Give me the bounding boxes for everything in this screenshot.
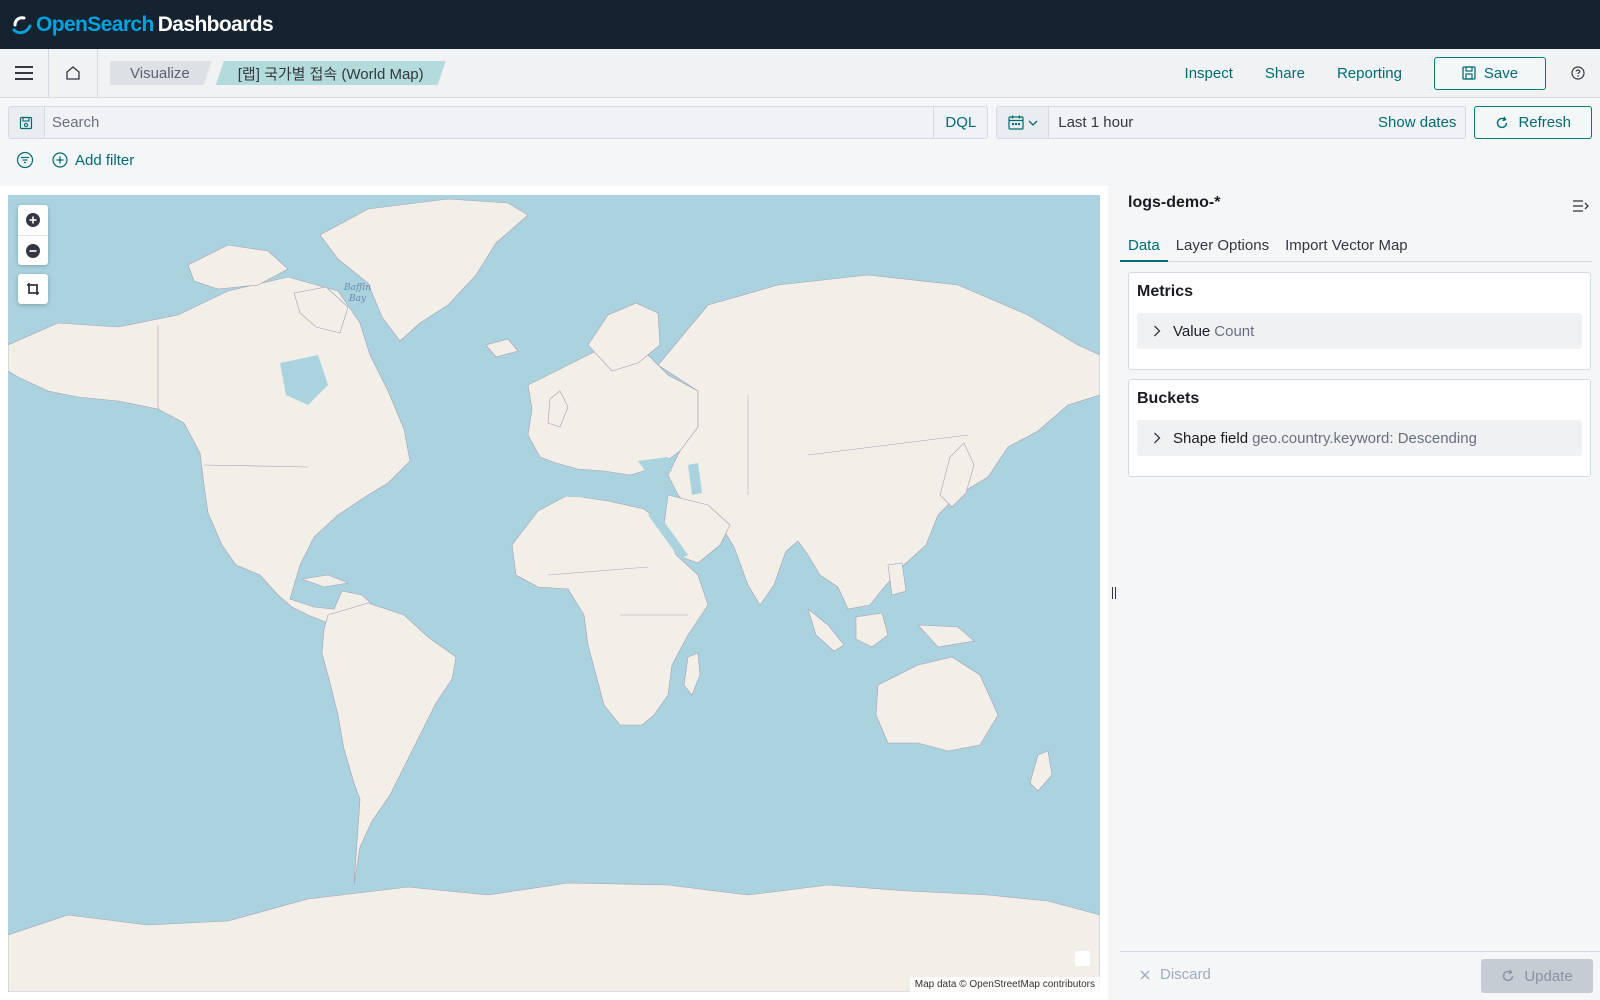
search-input[interactable] — [43, 106, 935, 139]
map-label-baffin-bay: Baffin Bay — [344, 283, 372, 304]
editor-bottom-bar: Discard Update — [1120, 951, 1600, 1000]
update-button[interactable]: Update — [1481, 959, 1593, 993]
nav-divider — [97, 48, 98, 98]
fit-bounds-button[interactable] — [18, 274, 48, 304]
metric-value-row[interactable]: Value Count — [1137, 313, 1582, 349]
bucket-shape-field-row[interactable]: Shape field geo.country.keyword: Descend… — [1137, 420, 1582, 456]
breadcrumb: Visualize [랩] 국가별 접속 (World Map) — [110, 61, 446, 85]
metric-label: Value — [1173, 322, 1211, 340]
chevron-right-icon — [1154, 325, 1161, 337]
refresh-label: Refresh — [1518, 114, 1571, 131]
visualization-area: Baffin Bay Map data © OpenStreetMap cont… — [0, 186, 1600, 1000]
home-icon — [66, 66, 80, 80]
menu-toggle-button[interactable] — [0, 49, 48, 97]
opensearch-logo-icon — [12, 15, 32, 34]
map-attribution[interactable]: Map data © OpenStreetMap contributors — [909, 977, 1100, 992]
zoom-out-button[interactable] — [18, 235, 48, 265]
land-sumatra — [807, 608, 845, 652]
share-link[interactable]: Share — [1265, 65, 1305, 82]
saved-query-icon — [20, 116, 33, 129]
breadcrumb-current: [랩] 국가별 접속 (World Map) — [216, 61, 446, 85]
land-asia — [657, 274, 1100, 610]
inspect-link[interactable]: Inspect — [1185, 65, 1233, 82]
editor-side-panel: logs-demo-* Data Layer Options Import Ve… — [1120, 186, 1600, 1000]
saved-queries-button[interactable] — [8, 106, 44, 139]
editor-tabs: Data Layer Options Import Vector Map — [1120, 230, 1592, 262]
logo-text-dashboards: Dashboards — [157, 12, 274, 36]
land-australia — [875, 656, 999, 752]
metrics-card: Metrics Value Count — [1128, 272, 1591, 370]
query-language-button[interactable]: DQL — [934, 106, 989, 139]
buckets-card: Buckets Shape field geo.country.keyword:… — [1128, 379, 1591, 477]
opensearch-logo[interactable]: OpenSearch Dashboards — [10, 12, 274, 37]
chevron-right-icon — [1154, 432, 1161, 444]
close-icon — [1140, 970, 1150, 979]
nav-bar: Visualize [랩] 국가별 접속 (World Map) Inspect… — [0, 48, 1600, 98]
collapse-sidebar-icon[interactable] — [1571, 198, 1591, 214]
crop-icon — [27, 283, 39, 295]
nav-actions: Inspect Share Reporting Save — [1185, 53, 1600, 93]
refresh-icon — [1503, 969, 1514, 982]
land-madagascar — [683, 652, 701, 696]
index-pattern-title: logs-demo-* — [1128, 194, 1221, 211]
land-north-america — [8, 276, 411, 626]
filter-menu-icon[interactable] — [16, 151, 34, 169]
panel-resize-handle[interactable] — [1108, 186, 1120, 1000]
bucket-label: Shape field — [1173, 429, 1249, 447]
show-dates-button[interactable]: Show dates — [1378, 107, 1465, 138]
update-label: Update — [1524, 967, 1573, 985]
land-new-zealand — [1029, 750, 1053, 792]
metric-value: Count — [1214, 322, 1255, 340]
discard-button[interactable]: Discard — [1140, 966, 1211, 983]
chevron-down-icon — [1028, 120, 1038, 126]
hamburger-icon — [15, 66, 33, 80]
refresh-button[interactable]: Refresh — [1474, 106, 1592, 139]
land-cuba — [301, 574, 350, 588]
quick-date-menu-button[interactable] — [997, 107, 1050, 138]
land-antarctica — [8, 882, 1100, 992]
metrics-title: Metrics — [1137, 283, 1194, 300]
tab-import-vector-map[interactable]: Import Vector Map — [1277, 230, 1416, 261]
water-mediterranean — [548, 477, 648, 497]
land-philippines — [887, 562, 907, 596]
map-base-layer — [8, 198, 1100, 992]
zoom-control — [18, 205, 48, 265]
tab-data[interactable]: Data — [1120, 230, 1168, 262]
breadcrumb-visualize[interactable]: Visualize — [110, 61, 212, 85]
map-panel: Baffin Bay Map data © OpenStreetMap cont… — [0, 186, 1108, 1000]
help-icon — [1571, 66, 1585, 80]
map-layer-toggle[interactable] — [1075, 951, 1090, 966]
discard-label: Discard — [1160, 966, 1211, 983]
plus-circle-icon — [52, 152, 68, 168]
filter-bar: Add filter — [16, 149, 134, 171]
buckets-title: Buckets — [1137, 390, 1200, 407]
date-picker: Last 1 hour Show dates — [996, 106, 1467, 139]
bucket-value: geo.country.keyword: Descending — [1252, 429, 1477, 447]
land-new-guinea — [917, 624, 975, 648]
zoom-in-icon — [26, 213, 40, 227]
top-header: OpenSearch Dashboards — [0, 0, 1600, 49]
help-button[interactable] — [1558, 53, 1598, 93]
add-filter-label: Add filter — [75, 151, 135, 169]
resize-grip-icon — [1112, 587, 1116, 599]
time-range-display[interactable]: Last 1 hour — [1049, 107, 1378, 138]
logo-text-open: OpenSearch — [36, 12, 154, 36]
save-label: Save — [1483, 64, 1519, 82]
tab-layer-options[interactable]: Layer Options — [1168, 230, 1277, 261]
save-button[interactable]: Save — [1434, 56, 1546, 90]
save-icon — [1462, 66, 1476, 80]
reporting-link[interactable]: Reporting — [1337, 65, 1402, 82]
world-map[interactable]: Baffin Bay Map data © OpenStreetMap cont… — [8, 195, 1100, 992]
query-bar: DQL Last 1 hour Show dates Refresh — [8, 106, 1592, 139]
zoom-out-icon — [26, 243, 40, 258]
land-iceland — [485, 338, 519, 358]
add-filter-button[interactable]: Add filter — [52, 152, 134, 169]
refresh-icon — [1497, 116, 1508, 128]
land-borneo — [855, 612, 889, 648]
zoom-in-button[interactable] — [18, 205, 48, 235]
calendar-icon — [1008, 115, 1024, 130]
home-button[interactable] — [49, 49, 97, 97]
land-south-america — [321, 602, 457, 886]
